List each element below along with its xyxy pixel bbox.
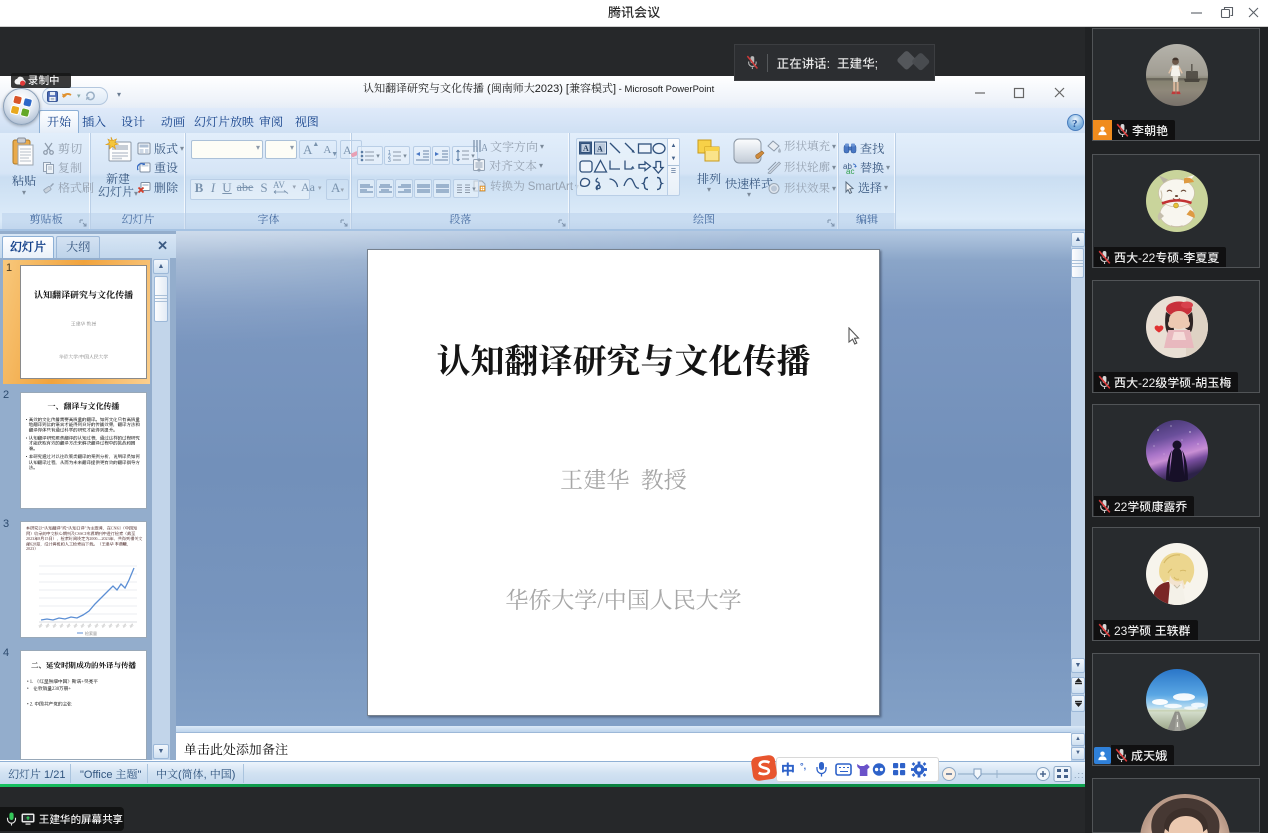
svg-text:3: 3 (388, 158, 391, 163)
svg-text:////: //// (94, 623, 100, 629)
svg-text:中: 中 (781, 761, 795, 778)
svg-text:////: //// (66, 623, 72, 629)
svg-text:////: //// (73, 623, 79, 629)
svg-text:////: //// (87, 623, 93, 629)
svg-text:////: //// (108, 623, 114, 629)
svg-text:////: //// (122, 623, 128, 629)
svg-text:////: //// (59, 623, 65, 629)
svg-text:////: //// (101, 623, 107, 629)
svg-text:////: //// (52, 623, 58, 629)
svg-text:ac: ac (846, 167, 854, 174)
svg-text:A: A (583, 144, 589, 153)
svg-text:A: A (481, 143, 487, 153)
svg-text:////: //// (80, 623, 86, 629)
svg-text:////: //// (129, 623, 135, 629)
svg-text:AV: AV (273, 180, 285, 190)
svg-text:?: ? (1072, 118, 1078, 130)
svg-text:////: //// (45, 623, 51, 629)
svg-text:////: //// (38, 623, 44, 629)
svg-text:°,: °, (800, 761, 806, 771)
svg-text:////: //// (115, 623, 121, 629)
svg-text:A: A (597, 145, 603, 154)
svg-text:检索量: 检索量 (85, 630, 97, 636)
